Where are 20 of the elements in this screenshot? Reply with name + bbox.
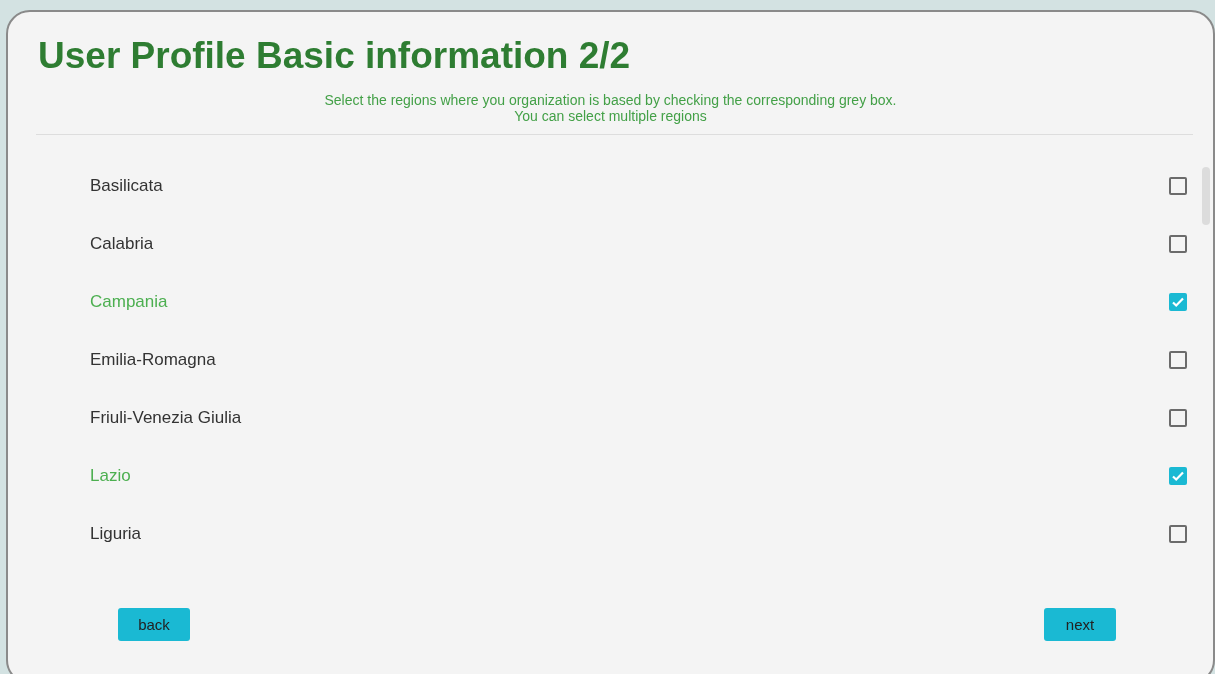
- region-label: Calabria: [90, 234, 154, 254]
- region-label: Lazio: [90, 466, 131, 486]
- scrollbar-thumb[interactable]: [1202, 167, 1210, 225]
- checkbox[interactable]: [1169, 351, 1187, 369]
- checkbox[interactable]: [1169, 525, 1187, 543]
- region-label: Friuli-Venezia Giulia: [90, 408, 242, 428]
- checkbox[interactable]: [1169, 293, 1187, 311]
- checkbox[interactable]: [1169, 409, 1187, 427]
- region-label: Liguria: [90, 524, 142, 544]
- checkbox[interactable]: [1169, 235, 1187, 253]
- region-label: Campania: [90, 292, 168, 312]
- back-button[interactable]: back: [118, 608, 190, 641]
- checkbox[interactable]: [1169, 467, 1187, 485]
- next-button[interactable]: next: [1044, 608, 1116, 641]
- instruction-text: You can select multiple regions: [514, 108, 707, 124]
- page-title: User Profile Basic information 2/2: [38, 34, 631, 78]
- instruction-text: Select the regions where you organization is based by checking the corresponding grey box.: [324, 92, 897, 108]
- checkbox[interactable]: [1169, 177, 1187, 195]
- region-label: Emilia-Romagna: [90, 350, 216, 370]
- region-label: Basilicata: [90, 176, 163, 196]
